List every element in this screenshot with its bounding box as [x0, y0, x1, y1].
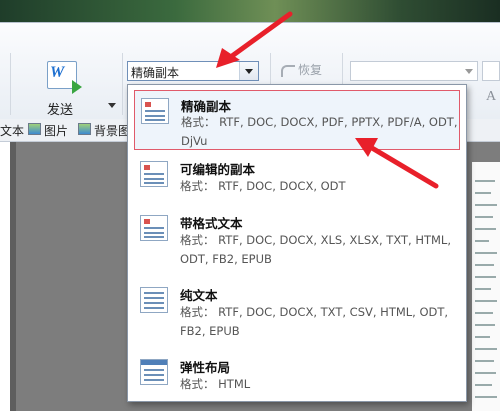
text-region-button[interactable]: 文本 [0, 122, 24, 139]
copy-mode-dropdown-list: 精确副本 格式： RTF, DOC, DOCX, PDF, PPTX, PDF/… [127, 84, 467, 402]
background-image-region-button[interactable]: 背景图 [94, 122, 130, 139]
dropdown-item-formats: 格式： HTML [180, 377, 251, 391]
desktop-background-strip [0, 0, 500, 22]
picture-region-button[interactable]: 图片 [44, 122, 68, 139]
font-name-combobox[interactable] [350, 61, 478, 81]
ribbon-separator [10, 53, 11, 115]
dropdown-item-formatted-text[interactable]: 带格式文本 格式： RTF, DOC, DOCX, XLS, XLSX, TXT… [134, 211, 460, 273]
dropdown-item-formats: 格式： RTF, DOC, DOCX, XLS, XLSX, TXT, HTML… [180, 233, 451, 266]
left-page-preview [0, 142, 10, 411]
exact-copy-icon [141, 98, 169, 124]
copy-mode-value: 精确副本 [131, 66, 180, 80]
send-button-label: 发送 [47, 103, 74, 118]
send-button[interactable]: W 发送 [30, 57, 92, 118]
dropdown-item-title: 带格式文本 [180, 216, 243, 231]
formatted-text-icon [140, 215, 168, 241]
font-size-field[interactable] [482, 61, 500, 81]
flexible-layout-icon [140, 359, 168, 385]
dropdown-item-plain-text[interactable]: 纯文本 格式： RTF, DOC, DOCX, TXT, CSV, HTML, … [134, 283, 460, 345]
dropdown-item-exact-copy[interactable]: 精确副本 格式： RTF, DOC, DOCX, PDF, PPTX, PDF/… [134, 90, 460, 150]
dropdown-item-flexible-layout[interactable]: 弹性布局 格式： HTML [134, 355, 460, 395]
right-page-preview [472, 162, 500, 411]
chevron-down-icon[interactable] [239, 62, 258, 80]
send-dropdown-caret-icon[interactable] [108, 103, 116, 108]
picture-icon [28, 123, 41, 135]
dropdown-item-title: 纯文本 [180, 288, 218, 303]
background-image-icon [78, 123, 91, 135]
dropdown-item-editable-copy[interactable]: 可编辑的副本 格式： RTF, DOC, DOCX, ODT [134, 157, 460, 201]
dropdown-item-formats: 格式： RTF, DOC, DOCX, ODT [180, 179, 346, 193]
restore-button[interactable]: 恢复 [298, 61, 322, 78]
chevron-down-icon[interactable] [465, 69, 473, 74]
page-gutter [10, 142, 16, 411]
font-style-icon: A [486, 89, 497, 104]
dropdown-item-title: 可编辑的副本 [180, 162, 256, 177]
undo-icon [281, 65, 295, 77]
dropdown-item-formats: 格式： RTF, DOC, DOCX, TXT, CSV, HTML, ODT,… [180, 305, 449, 338]
dropdown-item-title: 弹性布局 [180, 360, 231, 375]
editable-copy-icon [140, 161, 168, 187]
plain-text-icon [140, 287, 168, 313]
copy-mode-combobox[interactable]: 精确副本 [127, 61, 259, 81]
ribbon-separator [122, 53, 123, 115]
dropdown-item-formats: 格式： RTF, DOC, DOCX, PDF, PPTX, PDF/A, OD… [181, 115, 458, 148]
send-document-icon: W [47, 61, 82, 94]
